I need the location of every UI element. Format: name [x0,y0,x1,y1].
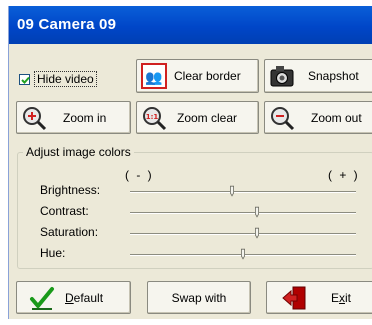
minus-label: ( - ) [125,168,154,182]
zoom-in-icon [21,105,47,131]
clear-border-label: Clear border [174,69,241,83]
title-bar[interactable]: 09 Camera 09 [9,6,372,44]
hide-video-label: Hide video [34,71,97,87]
adjust-image-colors-legend: Adjust image colors [23,145,134,159]
zoom-clear-button[interactable]: 1:1 Zoom clear [136,101,259,134]
default-label: Default [65,291,103,305]
swap-with-button[interactable]: Swap with [147,281,251,314]
saturation-label: Saturation: [40,225,99,239]
snapshot-button[interactable]: Snapshot [264,59,372,93]
exit-pre: E [331,290,340,305]
svg-text:👥: 👥 [145,70,162,86]
exit-label: Exit [331,291,351,305]
hide-video-checkbox[interactable]: Hide video [19,71,97,87]
zoom-out-button[interactable]: Zoom out [264,101,372,134]
zoom-out-label: Zoom out [311,110,362,125]
snapshot-label: Snapshot [308,69,359,83]
plus-label: ( + ) [328,168,360,182]
camera-icon [269,63,295,89]
contrast-slider[interactable] [130,206,356,218]
checkmark-icon [21,76,30,84]
hue-label: Hue: [40,246,66,260]
svg-text:1:1: 1:1 [146,113,159,121]
swap-with-label: Swap with [171,290,227,305]
brightness-slider[interactable] [130,185,356,197]
brightness-label: Brightness: [40,183,101,197]
zoom-in-button[interactable]: Zoom in [16,101,131,134]
window-title: 09 Camera 09 [17,16,117,33]
default-accel: D [65,290,74,305]
saturation-slider[interactable] [130,227,356,239]
hue-slider[interactable] [130,248,356,260]
default-rest: efault [73,290,104,305]
zoom-out-icon [269,105,295,131]
exit-door-icon [281,285,307,311]
contrast-thumb[interactable] [254,206,259,218]
zoom-in-label: Zoom in [63,110,107,125]
exit-button[interactable]: Exit [266,281,372,314]
zoom-clear-icon: 1:1 [141,105,167,131]
camera-window: 09 Camera 09 Hide video 👥 Clear border S… [8,6,372,319]
zoom-clear-label: Zoom clear [177,110,238,125]
checkbox-box[interactable] [19,73,30,85]
brightness-thumb[interactable] [229,185,234,197]
contrast-label: Contrast: [40,204,89,218]
default-button[interactable]: Default [16,281,131,314]
saturation-thumb[interactable] [254,227,259,239]
clear-border-button[interactable]: 👥 Clear border [136,59,259,93]
hue-thumb[interactable] [241,248,245,260]
checkmark-icon [29,285,55,311]
clear-border-icon: 👥 [141,63,167,89]
exit-rest: it [345,290,352,305]
